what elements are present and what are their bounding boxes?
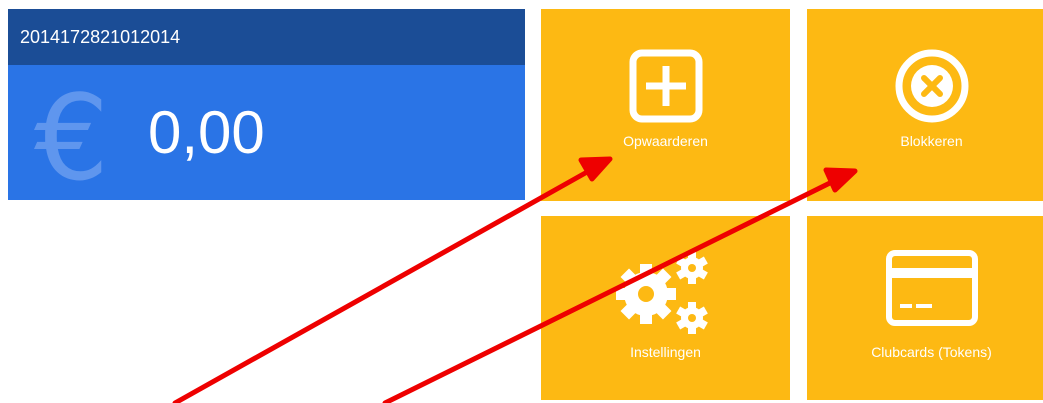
top-up-tile[interactable]: Opwaarderen <box>541 9 790 201</box>
balance-panel: € 0,00 <box>8 65 525 206</box>
block-label: Blokkeren <box>900 133 963 149</box>
credit-card-icon <box>884 248 980 333</box>
balance-amount: 0,00 <box>148 99 265 166</box>
settings-tile[interactable]: Instellingen <box>541 216 790 400</box>
x-circle-icon <box>895 49 969 128</box>
euro-icon: € <box>34 69 110 207</box>
plus-square-icon <box>629 49 703 128</box>
clubcards-tile[interactable]: Clubcards (Tokens) <box>807 216 1043 400</box>
settings-label: Instellingen <box>630 344 701 360</box>
block-tile[interactable]: Blokkeren <box>807 9 1043 201</box>
balance-card: 2014172821012014 € 0,00 <box>8 9 525 206</box>
gears-icon <box>615 248 716 345</box>
opwaarderen-arrow <box>172 164 599 403</box>
clubcards-label: Clubcards (Tokens) <box>871 344 992 360</box>
top-up-label: Opwaarderen <box>623 133 708 149</box>
card-number: 2014172821012014 <box>8 9 525 65</box>
